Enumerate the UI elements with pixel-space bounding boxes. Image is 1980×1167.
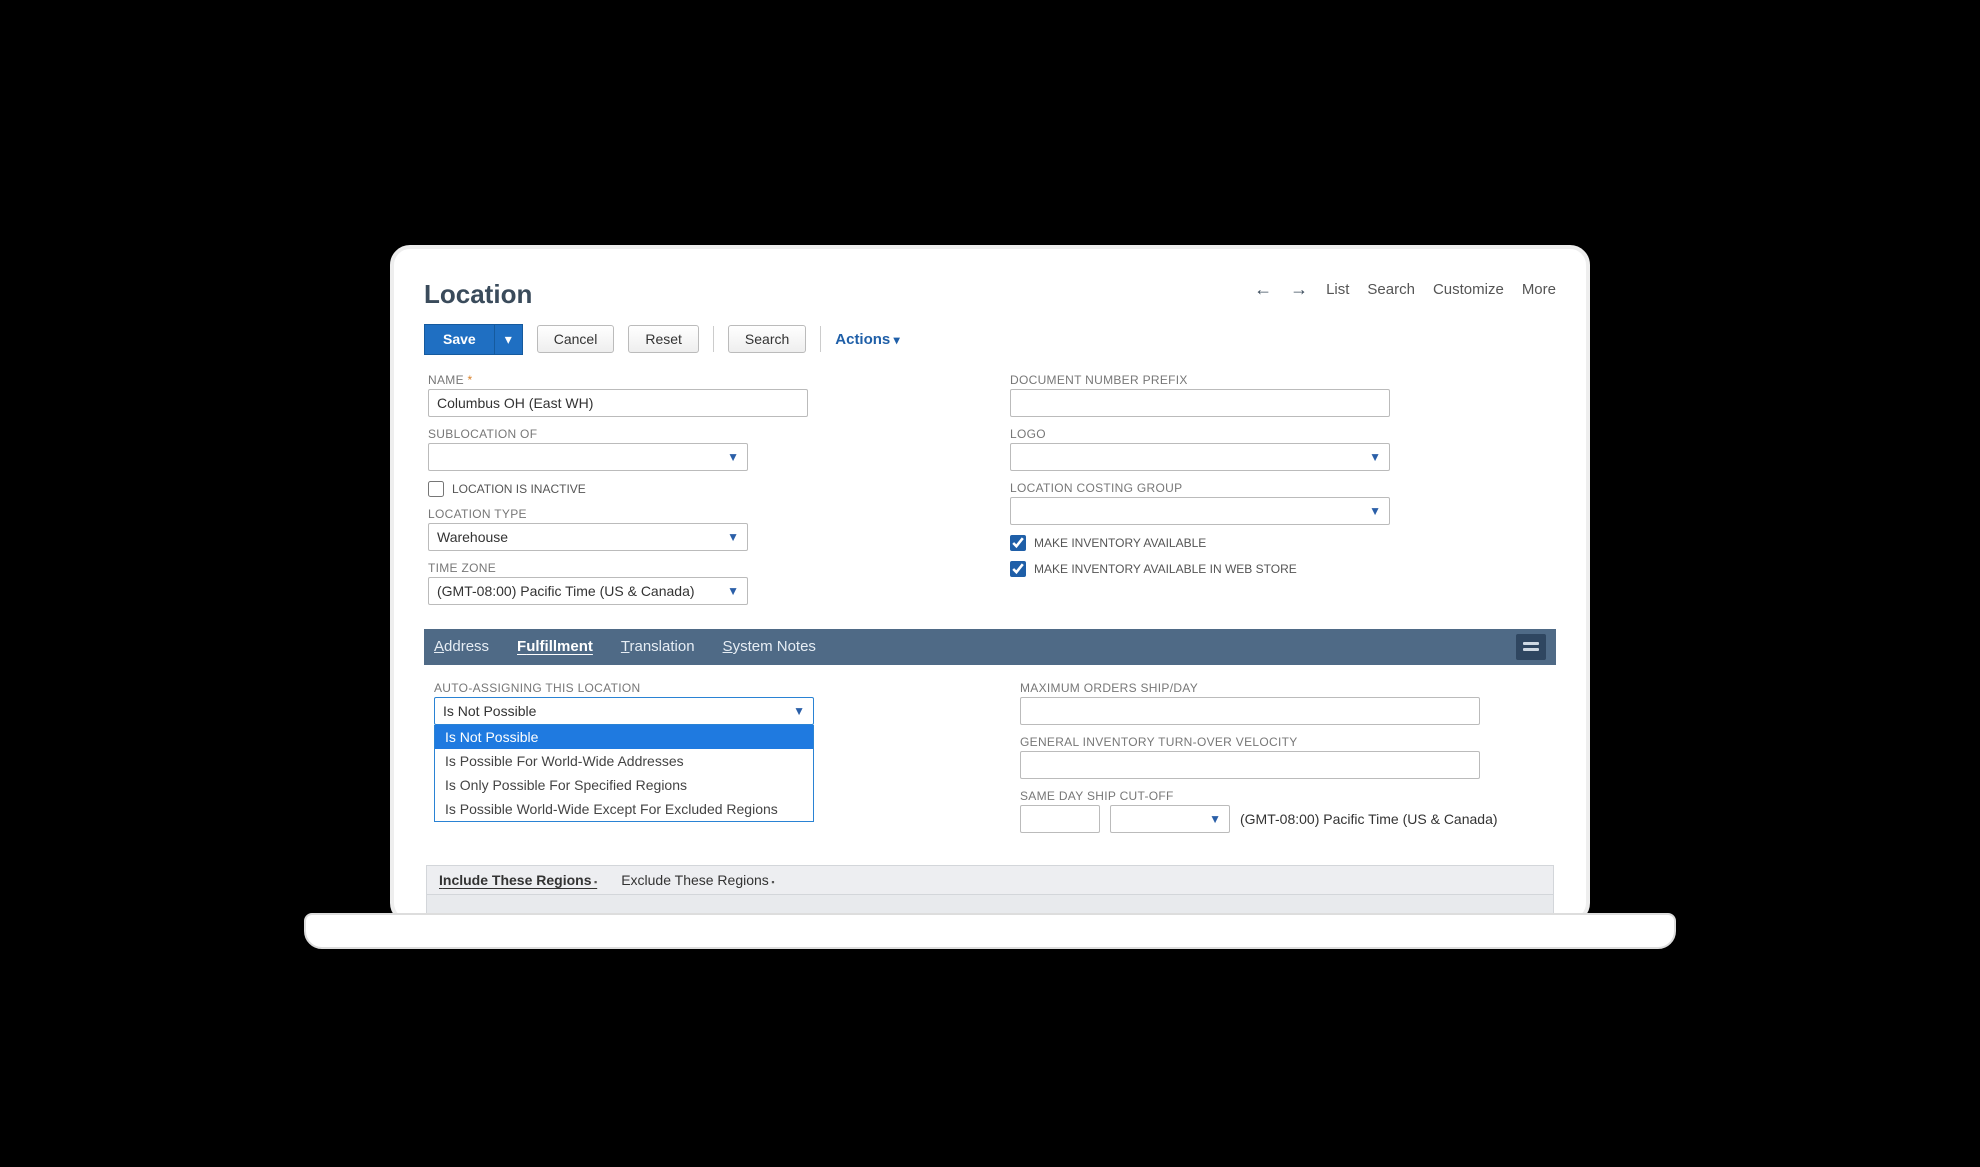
inventory-web-row[interactable]: MAKE INVENTORY AVAILABLE IN WEB STORE (1010, 561, 1552, 577)
nav-more[interactable]: More (1522, 281, 1556, 298)
toolbar: Save ▾ Cancel Reset Search Actions (424, 324, 1556, 355)
cutoff-hour-input[interactable] (1020, 805, 1100, 833)
logo-label: LOGO (1010, 427, 1552, 441)
autoassign-option-3[interactable]: Is Possible World-Wide Except For Exclud… (435, 797, 813, 821)
max-orders-label: MAXIMUM ORDERS SHIP/DAY (1020, 681, 1546, 695)
chevron-down-icon: ▼ (793, 704, 805, 718)
inventory-web-checkbox[interactable] (1010, 561, 1026, 577)
velocity-input[interactable] (1020, 751, 1480, 779)
autoassign-dropdown: Is Not Possible Is Possible For World-Wi… (434, 725, 814, 822)
inactive-checkbox[interactable] (428, 481, 444, 497)
tab-include-regions[interactable]: Include These Regions (439, 872, 597, 888)
autoassign-option-1[interactable]: Is Possible For World-Wide Addresses (435, 749, 813, 773)
nav-search[interactable]: Search (1367, 281, 1415, 298)
doc-prefix-input[interactable] (1010, 389, 1390, 417)
top-nav: ← → List Search Customize More (1254, 279, 1556, 300)
nav-forward-icon[interactable]: → (1290, 279, 1308, 300)
chevron-down-icon: ▼ (1369, 504, 1381, 518)
tab-system-notes[interactable]: System Notes (723, 638, 816, 655)
chevron-down-icon: ▼ (1369, 450, 1381, 464)
save-button[interactable]: Save ▾ (424, 324, 523, 355)
location-type-label: LOCATION TYPE (428, 507, 970, 521)
max-orders-input[interactable] (1020, 697, 1480, 725)
autoassign-option-2[interactable]: Is Only Possible For Specified Regions (435, 773, 813, 797)
chevron-down-icon: ▼ (727, 584, 739, 598)
region-tabbar: Include These Regions Exclude These Regi… (426, 865, 1554, 894)
inventory-web-label: MAKE INVENTORY AVAILABLE IN WEB STORE (1034, 562, 1297, 576)
name-label: NAME * (428, 373, 970, 387)
costing-group-label: LOCATION COSTING GROUP (1010, 481, 1552, 495)
actions-menu[interactable]: Actions (835, 331, 899, 348)
chevron-down-icon: ▼ (727, 530, 739, 544)
inventory-available-checkbox[interactable] (1010, 535, 1026, 551)
inventory-available-label: MAKE INVENTORY AVAILABLE (1034, 536, 1206, 550)
toolbar-separator (713, 326, 714, 352)
sublocation-select[interactable]: ▼ (428, 443, 748, 471)
tab-bar: Address Fulfillment Translation System N… (424, 629, 1556, 665)
cutoff-minute-select[interactable]: ▼ (1110, 805, 1230, 833)
search-button[interactable]: Search (728, 325, 806, 353)
location-type-select[interactable]: Warehouse▼ (428, 523, 748, 551)
save-button-label: Save (425, 325, 494, 354)
toolbar-separator-2 (820, 326, 821, 352)
tab-fulfillment[interactable]: Fulfillment (517, 638, 593, 655)
autoassign-option-0[interactable]: Is Not Possible (435, 725, 813, 749)
cancel-button[interactable]: Cancel (537, 325, 615, 353)
nav-list[interactable]: List (1326, 281, 1349, 298)
laptop-base (304, 913, 1676, 949)
autoassign-select[interactable]: Is Not Possible▼ (434, 697, 814, 725)
cutoff-tz-note: (GMT-08:00) Pacific Time (US & Canada) (1240, 811, 1498, 827)
app-screen: Location ← → List Search Customize More … (424, 279, 1556, 919)
page-title: Location (424, 279, 532, 310)
reset-button[interactable]: Reset (628, 325, 699, 353)
cutoff-label: SAME DAY SHIP CUT-OFF (1020, 789, 1546, 803)
autoassign-label: AUTO-ASSIGNING THIS LOCATION (434, 681, 960, 695)
name-input[interactable]: Columbus OH (East WH) (428, 389, 808, 417)
chevron-down-icon: ▼ (1209, 812, 1221, 826)
inactive-checkbox-row[interactable]: LOCATION IS INACTIVE (428, 481, 970, 497)
velocity-label: GENERAL INVENTORY TURN-OVER VELOCITY (1020, 735, 1546, 749)
logo-select[interactable]: ▼ (1010, 443, 1390, 471)
timezone-select[interactable]: (GMT-08:00) Pacific Time (US & Canada)▼ (428, 577, 748, 605)
nav-back-icon[interactable]: ← (1254, 279, 1272, 300)
save-button-dropdown-icon[interactable]: ▾ (494, 325, 522, 354)
chevron-down-icon: ▼ (727, 450, 739, 464)
tab-layout-icon[interactable] (1516, 634, 1546, 660)
tab-address[interactable]: Address (434, 638, 489, 655)
inactive-label: LOCATION IS INACTIVE (452, 482, 586, 496)
costing-group-select[interactable]: ▼ (1010, 497, 1390, 525)
nav-customize[interactable]: Customize (1433, 281, 1504, 298)
sublocation-label: SUBLOCATION OF (428, 427, 970, 441)
inventory-available-row[interactable]: MAKE INVENTORY AVAILABLE (1010, 535, 1552, 551)
tab-translation[interactable]: Translation (621, 638, 695, 655)
laptop-frame: Location ← → List Search Customize More … (390, 245, 1590, 923)
doc-prefix-label: DOCUMENT NUMBER PREFIX (1010, 373, 1552, 387)
tab-exclude-regions[interactable]: Exclude These Regions (621, 872, 774, 888)
timezone-label: TIME ZONE (428, 561, 970, 575)
